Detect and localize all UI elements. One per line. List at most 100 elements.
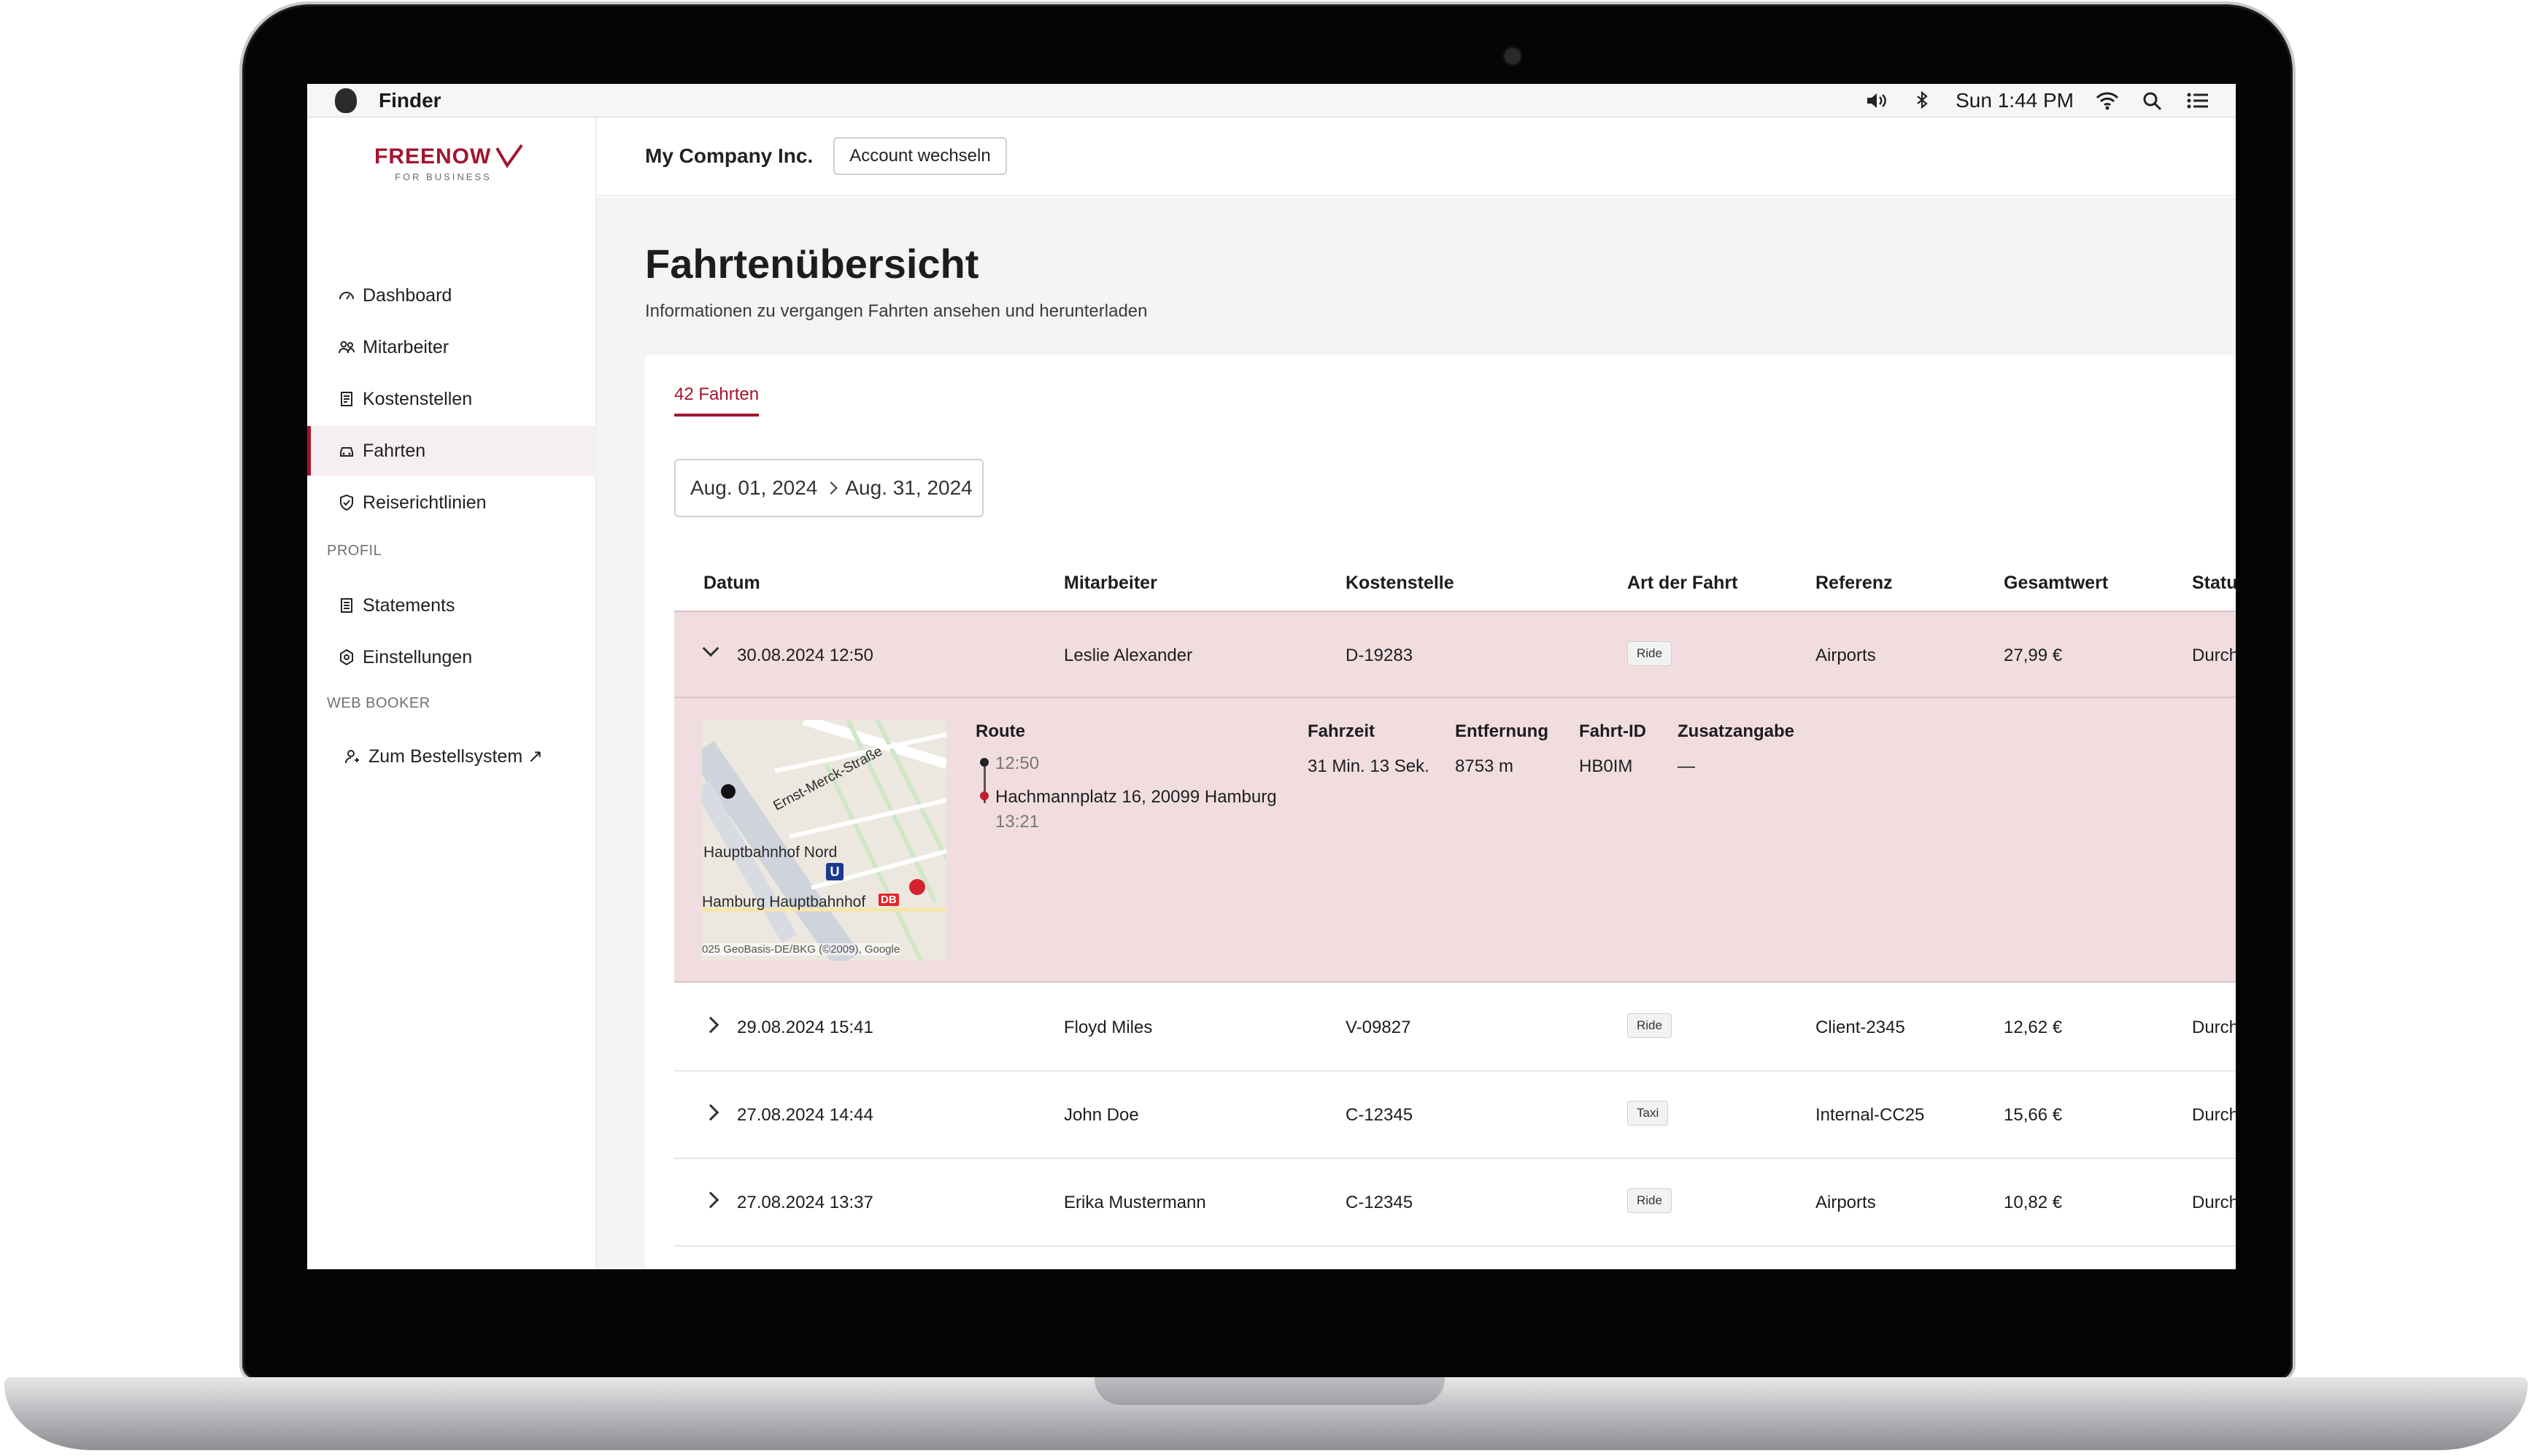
ride-type-badge: Taxi: [1627, 1101, 1669, 1126]
db-badge: DB: [879, 894, 899, 906]
chevron-down-icon[interactable]: [702, 640, 719, 657]
cell-date: 30.08.2024 12:50: [737, 646, 873, 665]
map-label-station-main: Hamburg Hauptbahnhof: [702, 894, 866, 910]
cell-employee: Erika Mustermann: [1064, 1193, 1206, 1212]
menubar-clock[interactable]: Sun 1:44 PM: [1956, 89, 2074, 112]
column-header-mitarbeiter[interactable]: Mitarbeiter: [1064, 573, 1157, 594]
sidebar-item-statements[interactable]: Statements: [307, 581, 597, 630]
cell-date: 27.08.2024 13:37: [737, 1193, 873, 1212]
map-attribution: 025 GeoBasis-DE/BKG (©2009), Google: [702, 943, 900, 956]
cell-employee: Leslie Alexander: [1064, 646, 1193, 665]
column-header-kostenstelle[interactable]: Kostenstelle: [1346, 573, 1454, 594]
map-roads: [702, 720, 946, 961]
control-center-icon[interactable]: [2186, 90, 2209, 111]
cell-cost-center: C-12345: [1346, 1105, 1413, 1125]
column-header-gesamtwert[interactable]: Gesamtwert: [2004, 573, 2108, 594]
switch-account-button[interactable]: Account wechseln: [833, 137, 1007, 175]
cell-total: 27,99 €: [2004, 646, 2063, 665]
chevron-right-icon[interactable]: [702, 1104, 719, 1121]
column-header-datum[interactable]: Datum: [703, 573, 760, 594]
ride-duration: 31 Min. 13 Sek.: [1308, 756, 1429, 776]
brand-check-icon: [495, 144, 523, 169]
cell-date: 29.08.2024 15:41: [737, 1018, 873, 1037]
sidebar-item-kostenstellen[interactable]: Kostenstellen: [307, 374, 597, 424]
user-plus-icon: [345, 750, 359, 764]
table-row[interactable]: 29.08.2024 15:41 Floyd Miles V-09827 Rid…: [674, 984, 2236, 1072]
sidebar-item-label: Mitarbeiter: [363, 336, 449, 357]
sidebar-item-fahrten[interactable]: Fahrten: [307, 426, 597, 476]
cell-status: Durch: [2192, 1105, 2236, 1125]
cell-reference: Airports: [1815, 646, 1876, 665]
apple-icon[interactable]: [335, 88, 357, 113]
volume-icon[interactable]: [1865, 90, 1888, 111]
bluetooth-icon[interactable]: [1910, 90, 1934, 111]
destination-marker-icon: [909, 879, 925, 895]
gauge-icon: [339, 292, 354, 300]
sidebar-item-label: Fahrten: [363, 440, 426, 461]
details-header-ride-id: Fahrt-ID: [1579, 721, 1646, 741]
details-header-duration: Fahrzeit: [1308, 721, 1375, 741]
screen: Finder Sun 1:44 PM FREENOW FOR BUSINESS …: [307, 84, 2236, 1269]
route-start-time: 12:50: [995, 754, 1040, 773]
cell-employee: John Doe: [1064, 1105, 1139, 1125]
sidebar-item-bestellsystem[interactable]: Zum Bestellsystem ↗: [307, 732, 597, 781]
column-header-referenz[interactable]: Referenz: [1815, 573, 1893, 594]
menubar-app-name[interactable]: Finder: [379, 89, 441, 112]
date-from: Aug. 01, 2024: [690, 476, 818, 499]
tab-rides-count[interactable]: 42 Fahrten: [674, 384, 760, 417]
ride-type-badge: Ride: [1627, 1188, 1672, 1213]
u-bahn-badge: U: [826, 863, 844, 880]
date-range-picker[interactable]: Aug. 01, 2024 Aug. 31, 2024: [674, 459, 984, 517]
sidebar-item-mitarbeiter[interactable]: Mitarbeiter: [307, 322, 597, 372]
ride-type-badge: Ride: [1627, 641, 1672, 666]
cell-reference: Airports: [1815, 1193, 1876, 1212]
cell-total: 15,66 €: [2004, 1105, 2063, 1125]
sidebar-item-label: Zum Bestellsystem ↗: [368, 746, 544, 767]
brand-logo[interactable]: FREENOW FOR BUSINESS: [374, 144, 535, 182]
sidebar-item-label: Dashboard: [363, 284, 452, 306]
laptop-notch: [1095, 1377, 1445, 1405]
column-header-art[interactable]: Art der Fahrt: [1627, 573, 1737, 594]
gear-icon: [340, 648, 353, 666]
menubar-status: Sun 1:44 PM: [1865, 89, 2209, 112]
details-header-distance: Entfernung: [1455, 721, 1548, 741]
nav-section-profile: PROFIL: [327, 543, 382, 559]
ride-details: Ernst-Merck-Straße Hauptbahnhof Nord U H…: [674, 698, 2236, 983]
start-marker-icon: [721, 784, 736, 799]
shield-check-icon: [340, 494, 353, 511]
table-row[interactable]: 30.08.2024 12:50 Leslie Alexander D-1928…: [674, 611, 2236, 698]
sidebar-item-label: Kostenstellen: [363, 388, 473, 409]
cell-status: Durch: [2192, 646, 2236, 665]
menubar: Finder Sun 1:44 PM: [307, 84, 2236, 117]
brand-subtitle: FOR BUSINESS: [395, 171, 492, 182]
route-end-address: Hachmannplatz 16, 20099 Hamburg: [995, 787, 1277, 807]
topbar: My Company Inc. Account wechseln: [597, 117, 2236, 196]
table-header: Datum Mitarbeiter Kostenstelle Art der F…: [674, 552, 2236, 611]
column-header-status[interactable]: Statu: [2192, 573, 2236, 594]
spotlight-search-icon[interactable]: [2141, 90, 2164, 111]
details-header-extra: Zusatzangabe: [1678, 721, 1795, 741]
sidebar-item-einstellungen[interactable]: Einstellungen: [307, 632, 597, 682]
route-map[interactable]: Ernst-Merck-Straße Hauptbahnhof Nord U H…: [702, 720, 946, 961]
camera-icon: [1505, 48, 1521, 64]
wifi-icon[interactable]: [2096, 90, 2119, 111]
table-row[interactable]: 27.08.2024 14:44 John Doe C-12345 Taxi I…: [674, 1072, 2236, 1159]
document-icon: [341, 598, 352, 613]
main-content: Fahrtenübersicht Informationen zu vergan…: [597, 198, 2236, 1269]
chevron-right-icon[interactable]: [702, 1016, 719, 1034]
sidebar-item-dashboard[interactable]: Dashboard: [307, 271, 597, 320]
page-subtitle: Informationen zu vergangen Fahrten anseh…: [645, 301, 1148, 321]
chevron-right-icon[interactable]: [702, 1191, 719, 1209]
sidebar-item-reiserichtlinien[interactable]: Reiserichtlinien: [307, 478, 597, 527]
cell-status: Durch: [2192, 1018, 2236, 1037]
page-title: Fahrtenübersicht: [645, 241, 979, 287]
sidebar-item-label: Einstellungen: [363, 646, 473, 667]
date-to: Aug. 31, 2024: [845, 476, 973, 499]
company-name: My Company Inc.: [645, 144, 814, 167]
cell-date: 27.08.2024 14:44: [737, 1105, 873, 1125]
rides-card: 42 Fahrten Aug. 01, 2024 Aug. 31, 2024 D…: [645, 355, 2236, 1269]
table-row[interactable]: 27.08.2024 13:37 Erika Mustermann C-1234…: [674, 1159, 2236, 1247]
car-icon: [340, 447, 353, 457]
route-end-time: 13:21: [995, 812, 1040, 832]
cell-status: Durch: [2192, 1193, 2236, 1212]
